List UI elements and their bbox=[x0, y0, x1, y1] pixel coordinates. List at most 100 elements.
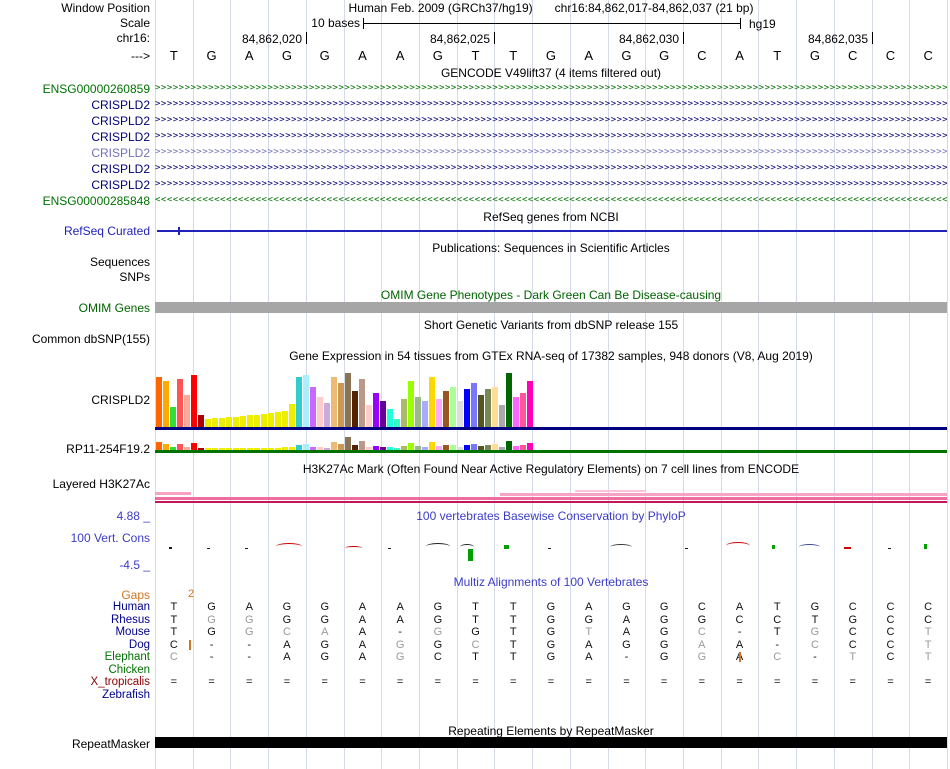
expression-bar bbox=[359, 441, 365, 450]
species-label[interactable]: Mouse bbox=[0, 626, 150, 638]
alignment-base: G bbox=[810, 601, 820, 613]
h3k27ac-signal-band bbox=[500, 493, 947, 496]
expression-bar bbox=[415, 397, 421, 427]
alignment-base: = bbox=[396, 676, 404, 688]
gene-label[interactable]: ENSG00000285848 bbox=[0, 194, 150, 208]
expression-bar bbox=[191, 375, 197, 427]
gene-arrow-line[interactable]: >>>>>>>>>>>>>>>>>>>>>>>>>>>>>>>>>>>>>>>>… bbox=[155, 96, 947, 112]
omim-genes-label[interactable]: OMIM Genes bbox=[0, 301, 150, 315]
sequences-label[interactable]: Sequences bbox=[0, 255, 150, 269]
alignment-base: T bbox=[472, 613, 479, 626]
alignment-base: = bbox=[660, 676, 668, 688]
species-label[interactable]: Dog bbox=[0, 639, 150, 651]
expression-bar bbox=[219, 418, 225, 427]
gtex-expression-track-rp11[interactable] bbox=[155, 436, 947, 453]
refseq-curated-label[interactable]: RefSeq Curated bbox=[0, 224, 150, 238]
h3k27ac-track[interactable] bbox=[155, 476, 947, 504]
gene-arrow-line[interactable]: >>>>>>>>>>>>>>>>>>>>>>>>>>>>>>>>>>>>>>>>… bbox=[155, 176, 947, 192]
alignment-base: C bbox=[169, 638, 178, 651]
alignment-base: T bbox=[170, 613, 178, 626]
conservation-mark bbox=[888, 548, 891, 549]
conservation-mark bbox=[772, 545, 775, 549]
alignment-base: = bbox=[811, 676, 819, 688]
gene-label[interactable]: CRISPLD2 bbox=[0, 98, 150, 112]
gene-label[interactable]: CRISPLD2 bbox=[0, 130, 150, 144]
alignment-base: = bbox=[170, 676, 178, 688]
ruler-tick bbox=[494, 32, 495, 44]
base-letter: T bbox=[471, 48, 480, 63]
alignment-base: C bbox=[886, 651, 895, 663]
gridline bbox=[947, 0, 948, 769]
alignment-base: T bbox=[472, 651, 479, 663]
gene-arrow-line[interactable]: >>>>>>>>>>>>>>>>>>>>>>>>>>>>>>>>>>>>>>>>… bbox=[155, 144, 947, 160]
chromosome-label: chr16: bbox=[116, 31, 150, 45]
alignment-base: C bbox=[886, 601, 895, 613]
alignment-base: T bbox=[509, 626, 517, 638]
conservation-mark bbox=[799, 544, 820, 550]
gene-arrow-line[interactable]: >>>>>>>>>>>>>>>>>>>>>>>>>>>>>>>>>>>>>>>>… bbox=[155, 160, 947, 176]
gene-arrow-line[interactable]: >>>>>>>>>>>>>>>>>>>>>>>>>>>>>>>>>>>>>>>>… bbox=[155, 128, 947, 144]
refseq-title: RefSeq genes from NCBI bbox=[483, 210, 619, 224]
repeatmasker-label[interactable]: RepeatMasker bbox=[0, 737, 150, 751]
base-letter: C bbox=[848, 48, 858, 63]
refseq-track-line[interactable] bbox=[157, 230, 947, 232]
species-label[interactable]: Human bbox=[0, 601, 150, 613]
expression-bar bbox=[324, 403, 330, 427]
alignment-base: A bbox=[358, 613, 367, 626]
snps-label[interactable]: SNPs bbox=[0, 270, 150, 284]
base-letter: G bbox=[621, 48, 632, 63]
assembly-name: Human Feb. 2009 (GRCh37/hg19) bbox=[348, 1, 533, 15]
publications-title: Publications: Sequences in Scientific Ar… bbox=[432, 241, 670, 255]
alignment-base: G bbox=[320, 651, 330, 663]
gtex-gene1-label[interactable]: CRISPLD2 bbox=[0, 393, 150, 407]
refseq-tick bbox=[178, 227, 180, 235]
species-label[interactable]: Elephant bbox=[0, 651, 150, 663]
conservation-track[interactable] bbox=[155, 520, 947, 570]
base-letter: A bbox=[358, 48, 367, 63]
alignment-base: C bbox=[433, 651, 442, 663]
alignment-base: G bbox=[282, 601, 292, 613]
alignment-base: C bbox=[848, 601, 857, 613]
gene-label[interactable]: ENSG00000260859 bbox=[0, 82, 150, 96]
conservation-mark bbox=[426, 543, 450, 550]
gene-label[interactable]: CRISPLD2 bbox=[0, 114, 150, 128]
alignment-base: = bbox=[698, 676, 706, 688]
dbsnp-title: Short Genetic Variants from dbSNP releas… bbox=[423, 318, 679, 332]
base-letter: C bbox=[885, 48, 896, 63]
alignment-base: T bbox=[509, 638, 517, 651]
alignment-base: T bbox=[924, 626, 932, 638]
expression-bar bbox=[268, 413, 274, 427]
multiz-title: Multiz Alignments of 100 Vertebrates bbox=[453, 575, 649, 589]
expression-bar bbox=[345, 437, 351, 450]
gene-label[interactable]: CRISPLD2 bbox=[0, 178, 150, 192]
genome-build: hg19 bbox=[749, 17, 776, 31]
dbsnp-label[interactable]: Common dbSNP(155) bbox=[0, 332, 150, 346]
gene-arrow-line[interactable]: >>>>>>>>>>>>>>>>>>>>>>>>>>>>>>>>>>>>>>>>… bbox=[155, 112, 947, 128]
species-label[interactable]: Chicken bbox=[0, 664, 150, 676]
ucsc-genome-browser: Window Position Human Feb. 2009 (GRCh37/… bbox=[0, 0, 950, 769]
gtex-expression-track-crispld2[interactable] bbox=[155, 367, 947, 430]
omim-genes-bar[interactable] bbox=[155, 302, 947, 313]
gene-label[interactable]: CRISPLD2 bbox=[0, 162, 150, 176]
species-label[interactable]: X_tropicalis bbox=[0, 676, 150, 688]
expression-bar bbox=[289, 404, 295, 427]
gtex-gene2-label[interactable]: RP11-254F19.2 bbox=[0, 442, 150, 456]
repeatmasker-bar[interactable] bbox=[155, 737, 947, 748]
alignment-base: G bbox=[659, 638, 669, 651]
position-ruler[interactable]: 84,862,020 84,862,025 84,862,030 84,862,035 bbox=[155, 31, 947, 46]
gaps-label: Gaps bbox=[121, 588, 150, 602]
gene-arrow-line[interactable]: <<<<<<<<<<<<<<<<<<<<<<<<<<<<<<<<<<<<<<<<… bbox=[155, 192, 947, 208]
h3k27ac-label[interactable]: Layered H3K27Ac bbox=[0, 477, 150, 491]
dna-sequence[interactable]: TGAGGAAGTTGAGGCATGCCC bbox=[155, 48, 947, 63]
base-letter: A bbox=[244, 48, 254, 63]
species-label[interactable]: Zebrafish bbox=[0, 689, 150, 701]
species-label[interactable]: Rhesus bbox=[0, 614, 150, 626]
alignment-base: G bbox=[659, 626, 669, 638]
gene-label[interactable]: CRISPLD2 bbox=[0, 146, 150, 160]
alignment-base: = bbox=[208, 676, 215, 688]
alignment-base: C bbox=[810, 638, 819, 651]
alignment-base: T bbox=[773, 601, 781, 613]
conservation-mark bbox=[548, 548, 551, 549]
conservation-label[interactable]: 100 Vert. Cons bbox=[0, 531, 150, 545]
gene-arrow-line[interactable]: >>>>>>>>>>>>>>>>>>>>>>>>>>>>>>>>>>>>>>>>… bbox=[155, 80, 947, 96]
